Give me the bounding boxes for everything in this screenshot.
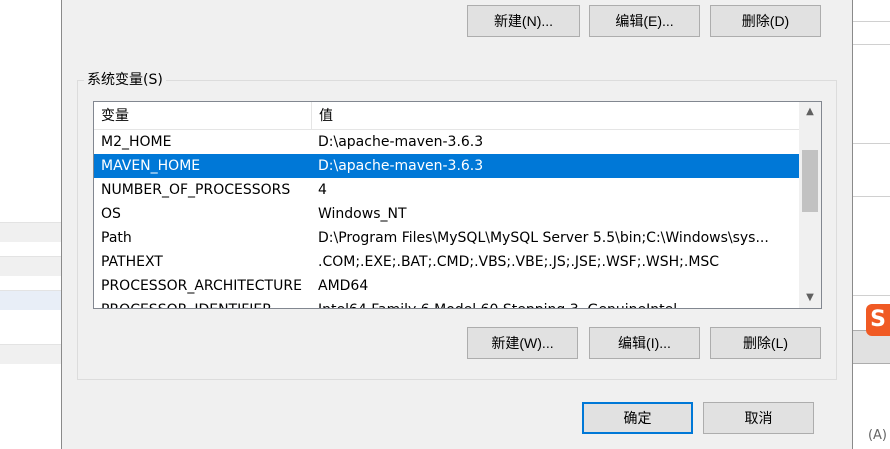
variable-value: D:\apache-maven-3.6.3 — [318, 134, 484, 150]
variable-name: Path — [101, 230, 132, 246]
user-new-button[interactable]: 新建(N)... — [467, 5, 580, 37]
variable-name: M2_HOME — [101, 134, 172, 150]
table-row[interactable]: PROCESSOR_IDENTIFIER Intel64 Family 6 Mo… — [94, 298, 799, 308]
system-edit-button[interactable]: 编辑(I)... — [589, 327, 700, 359]
user-delete-button[interactable]: 删除(D) — [710, 5, 821, 37]
background-row — [0, 222, 62, 242]
scrollbar-thumb[interactable] — [802, 150, 818, 212]
table-row[interactable]: OS Windows_NT — [94, 202, 799, 226]
variable-name: PROCESSOR_ARCHITECTURE — [101, 278, 302, 294]
column-header-name[interactable]: 变量 — [94, 102, 312, 130]
system-variables-list[interactable]: 变量 值 M2_HOME D:\apache-maven-3.6.3 MAVEN… — [93, 101, 822, 309]
variable-name: MAVEN_HOME — [101, 158, 201, 174]
system-delete-button[interactable]: 删除(L) — [710, 327, 821, 359]
table-row[interactable]: PROCESSOR_ARCHITECTURE AMD64 — [94, 274, 799, 298]
sogou-logo-icon: S — [866, 304, 890, 336]
background-row — [0, 344, 62, 364]
variable-value: D:\Program Files\MySQL\MySQL Server 5.5\… — [318, 230, 769, 246]
system-variables-label: 系统变量(S) — [84, 71, 166, 89]
variable-name: PATHEXT — [101, 254, 163, 270]
background-frame — [852, 0, 890, 22]
variable-value: Intel64 Family 6 Model 60 Stepping 3, Ge… — [318, 298, 792, 308]
background-row — [0, 256, 62, 276]
ok-button[interactable]: 确定 — [582, 402, 693, 434]
cancel-button[interactable]: 取消 — [703, 402, 814, 434]
table-row[interactable]: PATHEXT .COM;.EXE;.BAT;.CMD;.VBS;.VBE;.J… — [94, 250, 799, 274]
table-row[interactable]: NUMBER_OF_PROCESSORS 4 — [94, 178, 799, 202]
background-window-left — [0, 0, 62, 449]
variable-value: .COM;.EXE;.BAT;.CMD;.VBS;.VBE;.JS;.JSE;.… — [318, 254, 720, 270]
background-frame — [852, 44, 890, 144]
variable-name: NUMBER_OF_PROCESSORS — [101, 182, 291, 198]
table-row[interactable]: Path D:\Program Files\MySQL\MySQL Server… — [94, 226, 799, 250]
system-new-button[interactable]: 新建(W)... — [467, 327, 578, 359]
vertical-scrollbar[interactable]: ▲ ▼ — [799, 102, 821, 308]
scroll-down-arrow-icon[interactable]: ▼ — [799, 288, 821, 308]
table-row-selected[interactable]: MAVEN_HOME D:\apache-maven-3.6.3 — [94, 154, 799, 178]
variable-name: OS — [101, 206, 121, 222]
variable-value: D:\apache-maven-3.6.3 — [318, 158, 484, 174]
background-label: (A) — [867, 428, 887, 443]
variable-name: PROCESSOR_IDENTIFIER — [101, 298, 311, 308]
background-window-right — [852, 0, 890, 449]
column-header-value[interactable]: 值 — [312, 102, 799, 130]
scroll-up-arrow-icon[interactable]: ▲ — [799, 102, 821, 122]
user-edit-button[interactable]: 编辑(E)... — [589, 5, 700, 37]
background-frame — [852, 196, 890, 296]
background-row — [0, 290, 62, 310]
variable-value: AMD64 — [318, 278, 369, 294]
table-row[interactable]: M2_HOME D:\apache-maven-3.6.3 — [94, 130, 799, 154]
variable-value: 4 — [318, 182, 327, 198]
variable-value: Windows_NT — [318, 206, 407, 222]
